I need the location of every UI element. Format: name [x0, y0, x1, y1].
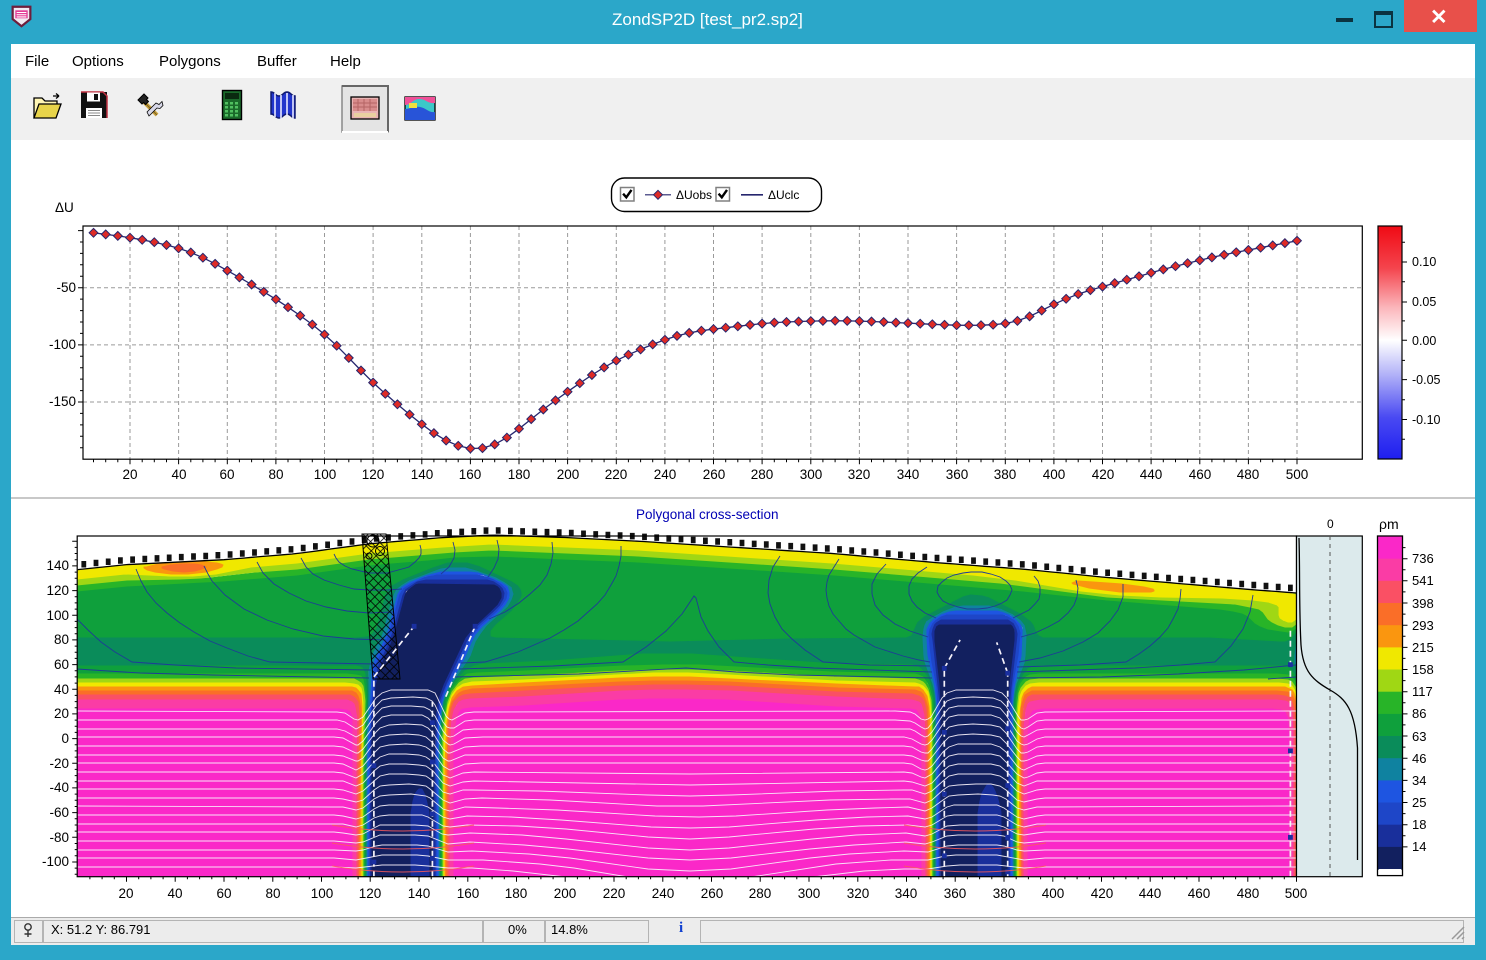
svg-text:100: 100: [311, 886, 334, 901]
svg-text:20: 20: [54, 706, 69, 721]
svg-text:25: 25: [1412, 795, 1426, 810]
svg-text:240: 240: [652, 886, 675, 901]
svg-text:14: 14: [1412, 839, 1426, 854]
svg-text:220: 220: [603, 886, 626, 901]
svg-text:86: 86: [1412, 706, 1426, 721]
svg-text:34: 34: [1412, 773, 1426, 788]
svg-text:80: 80: [54, 632, 69, 647]
svg-text:360: 360: [944, 886, 967, 901]
svg-text:340: 340: [895, 886, 918, 901]
svg-text:20: 20: [118, 886, 133, 901]
svg-text:-100: -100: [42, 854, 69, 869]
svg-text:158: 158: [1412, 662, 1434, 677]
svg-text:40: 40: [167, 886, 182, 901]
svg-text:293: 293: [1412, 618, 1434, 633]
svg-text:80: 80: [265, 886, 280, 901]
svg-text:140: 140: [46, 558, 69, 573]
svg-text:46: 46: [1412, 751, 1426, 766]
svg-text:320: 320: [847, 886, 870, 901]
svg-text:-40: -40: [49, 780, 69, 795]
svg-text:0: 0: [1327, 517, 1334, 531]
svg-text:120: 120: [359, 886, 382, 901]
svg-text:480: 480: [1237, 886, 1260, 901]
svg-text:280: 280: [749, 886, 772, 901]
svg-text:215: 215: [1412, 640, 1434, 655]
svg-text:460: 460: [1188, 886, 1211, 901]
svg-text:541: 541: [1412, 573, 1434, 588]
svg-text:420: 420: [1091, 886, 1114, 901]
svg-text:100: 100: [46, 608, 69, 623]
svg-text:63: 63: [1412, 729, 1426, 744]
svg-text:440: 440: [1139, 886, 1162, 901]
svg-text:398: 398: [1412, 596, 1434, 611]
svg-text:117: 117: [1412, 684, 1433, 699]
svg-text:0: 0: [61, 731, 69, 746]
svg-text:200: 200: [554, 886, 577, 901]
svg-text:140: 140: [408, 886, 431, 901]
svg-text:60: 60: [54, 657, 69, 672]
svg-text:ρm: ρm: [1379, 516, 1399, 532]
svg-text:400: 400: [1042, 886, 1065, 901]
svg-text:180: 180: [505, 886, 528, 901]
svg-text:60: 60: [216, 886, 231, 901]
svg-text:380: 380: [993, 886, 1016, 901]
svg-text:260: 260: [701, 886, 724, 901]
svg-text:-80: -80: [49, 830, 69, 845]
svg-text:120: 120: [46, 583, 69, 598]
svg-text:736: 736: [1412, 551, 1434, 566]
svg-text:40: 40: [54, 682, 69, 697]
svg-text:300: 300: [798, 886, 821, 901]
svg-text:500: 500: [1285, 886, 1308, 901]
svg-text:-60: -60: [49, 805, 69, 820]
svg-text:-20: -20: [49, 756, 69, 771]
svg-text:160: 160: [457, 886, 480, 901]
svg-text:18: 18: [1412, 817, 1426, 832]
